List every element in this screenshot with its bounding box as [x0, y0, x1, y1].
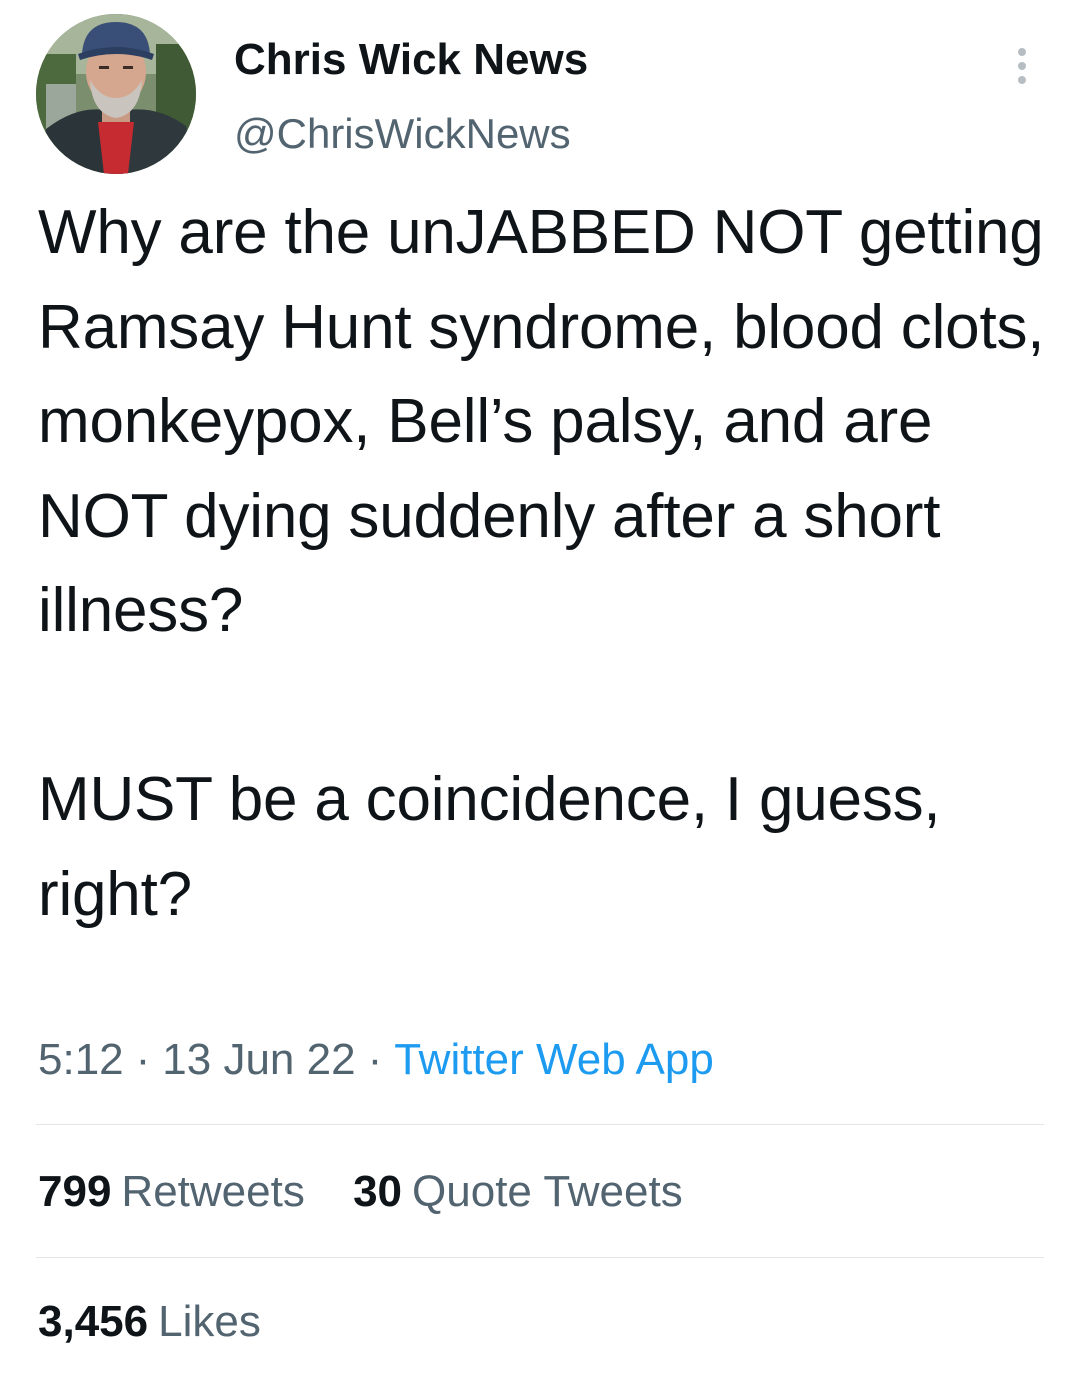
more-vertical-icon	[1018, 76, 1026, 84]
tweet-source-link[interactable]: Twitter Web App	[394, 1035, 714, 1084]
retweets-count: 799	[38, 1167, 112, 1216]
retweets-stat[interactable]: 799 Retweets	[38, 1160, 305, 1224]
tweet-text: Why are the unJABBED NOT getting Ramsay …	[38, 186, 1048, 942]
meta-separator: ·	[367, 1035, 383, 1084]
likes-stat[interactable]: 3,456 Likes	[38, 1290, 261, 1354]
divider	[36, 1124, 1044, 1125]
meta-separator: ·	[135, 1035, 151, 1084]
quote-tweets-count: 30	[353, 1167, 403, 1216]
tweet-stats: 799 Retweets 30 Quote Tweets	[38, 1160, 683, 1224]
quote-tweets-stat[interactable]: 30 Quote Tweets	[353, 1160, 683, 1224]
quote-tweets-label: Quote Tweets	[412, 1167, 683, 1216]
likes-row: 3,456 Likes	[38, 1290, 261, 1354]
author-display-name[interactable]: Chris Wick News	[234, 34, 588, 86]
author-handle[interactable]: @ChrisWickNews	[234, 108, 588, 160]
tweet-date[interactable]: 13 Jun 22	[162, 1035, 355, 1084]
tweet-detail: Chris Wick News @ChrisWickNews Why are t…	[0, 0, 1076, 1380]
likes-label: Likes	[158, 1297, 261, 1346]
divider	[36, 1257, 1044, 1258]
avatar[interactable]	[36, 14, 196, 174]
author-block: Chris Wick News @ChrisWickNews	[234, 34, 588, 160]
more-vertical-icon	[1018, 48, 1026, 56]
tweet-paragraph: MUST be a coincidence, I guess, right?	[38, 765, 941, 929]
more-options-button[interactable]	[1004, 36, 1040, 96]
likes-count: 3,456	[38, 1297, 149, 1346]
more-vertical-icon	[1018, 62, 1026, 70]
tweet-time[interactable]: 5:12	[38, 1035, 124, 1084]
retweets-label: Retweets	[121, 1167, 305, 1216]
tweet-meta: 5:12 · 13 Jun 22 · Twitter Web App	[38, 1030, 714, 1090]
tweet-paragraph: Why are the unJABBED NOT getting Ramsay …	[38, 198, 1045, 645]
avatar-photo	[36, 14, 196, 174]
tweet-header: Chris Wick News @ChrisWickNews	[36, 14, 1040, 174]
